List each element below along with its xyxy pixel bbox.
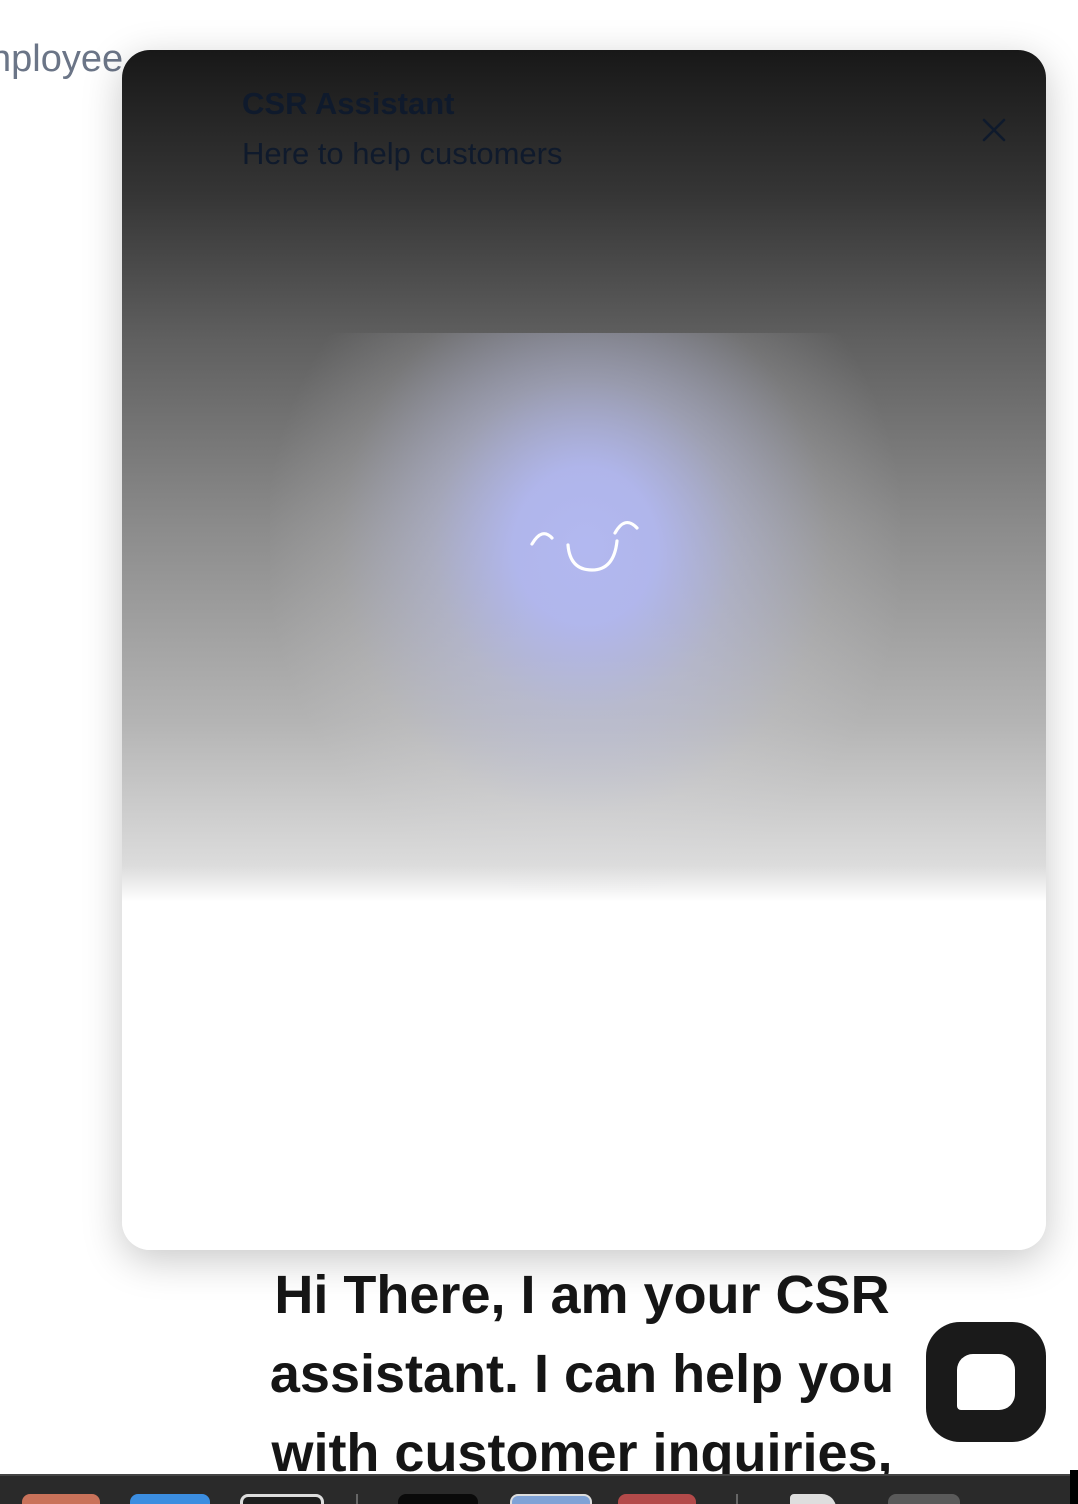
assistant-subtitle: Here to help customers <box>242 136 563 171</box>
close-icon <box>982 118 1006 142</box>
dock-app-2[interactable] <box>130 1494 210 1504</box>
chat-bubble-icon <box>957 1354 1015 1410</box>
dock-app-1[interactable] <box>22 1494 100 1504</box>
dock-app-7[interactable] <box>790 1494 836 1504</box>
assistant-title: CSR Assistant <box>242 86 455 121</box>
chat-launcher-button[interactable] <box>926 1322 1046 1442</box>
dock-app-6[interactable] <box>618 1494 696 1504</box>
dock-app-4[interactable] <box>398 1494 478 1504</box>
assistant-panel: CSR Assistant Here to help customers <box>122 50 1046 1250</box>
dock-separator-1 <box>356 1494 358 1504</box>
assistant-glow <box>270 333 900 893</box>
close-button[interactable] <box>974 110 1014 150</box>
dock-app-8[interactable] <box>888 1494 960 1504</box>
greeting-message: Hi There, I am your CSR assistant. I can… <box>269 1265 895 1483</box>
dock-separator-2 <box>736 1494 738 1504</box>
smiley-face-icon <box>530 521 639 572</box>
dock-app-3[interactable] <box>240 1494 324 1504</box>
dock-app-5[interactable] <box>510 1494 592 1504</box>
page: nployee CSR Assistant Here to help custo… <box>0 0 1078 1504</box>
window-edge <box>1070 1470 1078 1504</box>
background-employee-text: nployee <box>0 38 124 80</box>
